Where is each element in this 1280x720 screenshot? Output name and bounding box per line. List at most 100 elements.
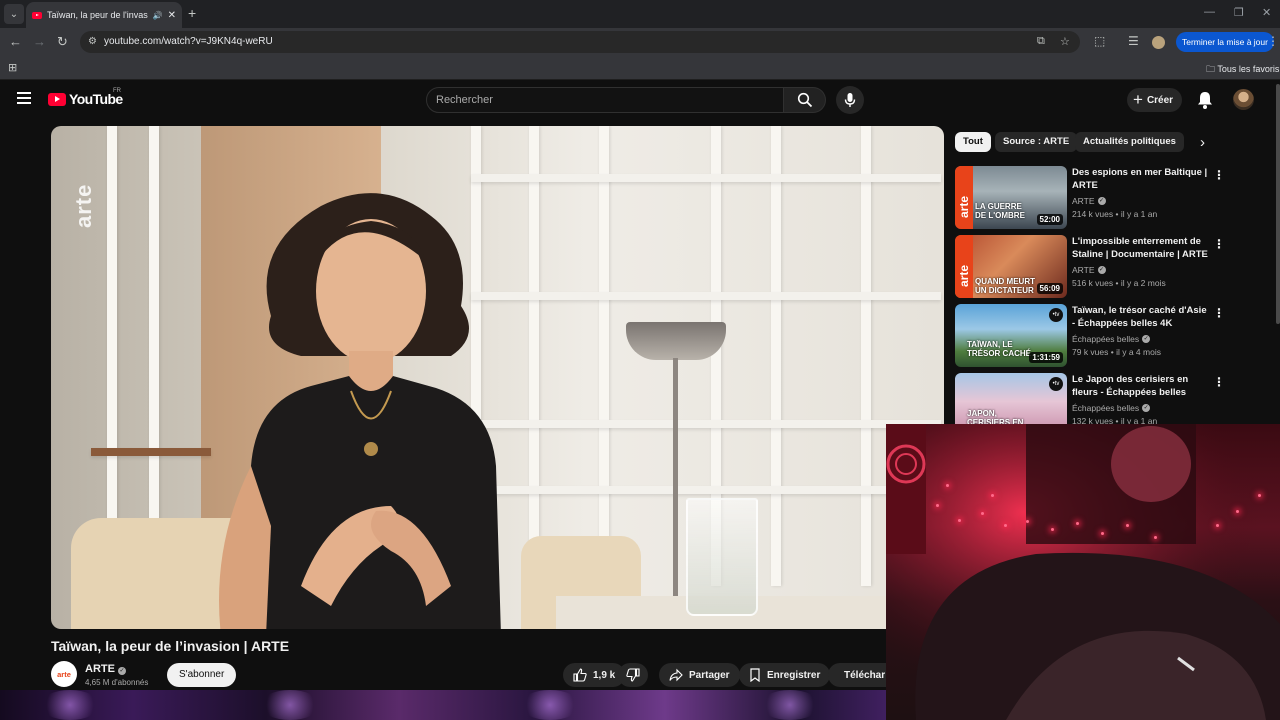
recommendation-channel-text: Échappées belles: [1072, 334, 1140, 344]
youtube-logo[interactable]: YouTube FR: [48, 88, 123, 107]
recommendation-title: Taïwan, le trésor caché d'Asie - Échappé…: [1072, 305, 1207, 329]
more-options-icon[interactable]: ⋮: [1213, 168, 1225, 182]
region-code: FR: [113, 88, 121, 94]
maximize-icon[interactable]: ❐: [1234, 6, 1244, 19]
search-button[interactable]: [784, 87, 826, 113]
france-tv-badge-icon: •tv: [1049, 308, 1063, 322]
close-window-icon[interactable]: ✕: [1262, 6, 1271, 19]
save-label: Enregistrer: [767, 669, 821, 681]
back-arrow-icon[interactable]: ←: [9, 34, 22, 49]
shelf-divider: [107, 126, 117, 586]
chip-all[interactable]: Tout: [955, 132, 991, 152]
subscriber-count: 4,65 M d'abonnés: [85, 678, 149, 687]
more-options-icon[interactable]: ⋮: [1213, 375, 1225, 389]
all-bookmarks-folder[interactable]: 🗀 Tous les favoris: [1206, 62, 1279, 78]
like-button[interactable]: 1,9 k: [563, 663, 626, 687]
youtube-play-icon: [48, 92, 66, 106]
fairy-light: [991, 494, 994, 497]
glow: [260, 690, 320, 720]
address-bar-row: ← → ↻ ⚙ youtube.com/watch?v=J9KN4q-weRU …: [0, 28, 1280, 56]
floor-lamp-shade: [626, 322, 726, 360]
fairy-light: [1051, 528, 1054, 531]
apps-grid-icon[interactable]: ⊞: [8, 61, 17, 74]
browser-tab-bar: ⌄ Taïwan, la peur de l'invasion 🔊 ✕ + — …: [0, 0, 1280, 28]
recommendation-meta: 516 k vues • il y a 2 mois: [1072, 278, 1166, 288]
channel-name-text: ARTE: [85, 663, 115, 675]
chevron-right-icon[interactable]: ›: [1200, 134, 1205, 151]
fairy-light: [936, 504, 939, 507]
shelf-board: [471, 420, 941, 428]
recommendation-title: L'impossible enterrement de Staline | Do…: [1072, 236, 1208, 260]
tab-search-icon[interactable]: ⌄: [4, 4, 24, 24]
arte-watermark: arte: [71, 183, 96, 228]
notifications-bell-icon[interactable]: [1196, 90, 1214, 110]
new-tab-button[interactable]: +: [188, 5, 196, 21]
recommendation-thumbnail[interactable]: arte QUAND MEURT UN DICTATEUR 56:09: [955, 235, 1067, 298]
omnibox[interactable]: ⚙ youtube.com/watch?v=J9KN4q-weRU ⧉ ☆: [80, 31, 1080, 53]
extensions-icon[interactable]: ⬚: [1094, 34, 1105, 48]
recommendation-channel: ARTE ✓: [1072, 196, 1106, 206]
account-avatar[interactable]: [1233, 89, 1254, 110]
floor-lamp-stem: [673, 358, 678, 618]
voice-search-button[interactable]: [836, 86, 864, 114]
more-options-icon[interactable]: ⋮: [1213, 306, 1225, 320]
menu-hamburger-icon[interactable]: [17, 92, 31, 104]
recommendation-item[interactable]: arte LA GUERRE DE L'OMBRE 52:00 Des espi…: [955, 166, 1275, 230]
fairy-light: [1126, 524, 1129, 527]
verified-check-icon: ✓: [1097, 197, 1106, 205]
share-button[interactable]: Partager: [659, 663, 740, 687]
recommendation-thumbnail[interactable]: arte LA GUERRE DE L'OMBRE 52:00: [955, 166, 1067, 229]
profile-avatar[interactable]: [1152, 36, 1165, 49]
all-bookmarks-label: Tous les favoris: [1217, 64, 1280, 74]
speaker-icon[interactable]: 🔊: [153, 11, 163, 20]
plus-icon: +: [1133, 89, 1143, 109]
more-options-icon[interactable]: ⋮: [1213, 237, 1225, 251]
arte-side-logo: arte: [955, 166, 973, 229]
search-input[interactable]: [436, 88, 766, 112]
tab-close-icon[interactable]: ✕: [168, 10, 176, 21]
forward-arrow-icon[interactable]: →: [33, 34, 46, 49]
minimize-icon[interactable]: —: [1204, 6, 1215, 18]
shelf-divider: [599, 126, 609, 586]
channel-avatar[interactable]: arte: [51, 661, 77, 687]
glow: [760, 690, 820, 720]
update-button[interactable]: Terminer la mise à jour: [1176, 32, 1274, 52]
recommendation-title: Des espions en mer Baltique | ARTE: [1072, 167, 1208, 191]
download-button[interactable]: Téléchar: [828, 663, 886, 687]
create-button[interactable]: + Créer: [1127, 88, 1183, 112]
save-button[interactable]: Enregistrer: [739, 663, 831, 687]
water-glass: [686, 498, 758, 616]
create-label: Créer: [1146, 94, 1174, 106]
browser-menu-icon[interactable]: ⋮: [1267, 34, 1279, 48]
video-player[interactable]: arte: [51, 126, 944, 629]
shelf-board: [471, 174, 941, 182]
recommendation-item[interactable]: arte QUAND MEURT UN DICTATEUR 56:09 L'im…: [955, 235, 1275, 299]
chip-source-arte[interactable]: Source : ARTE: [995, 132, 1078, 152]
youtube-favicon-icon: [32, 11, 42, 19]
fairy-light: [1216, 524, 1219, 527]
dislike-button[interactable]: [618, 663, 648, 687]
browser-tab[interactable]: Taïwan, la peur de l'invasion 🔊 ✕: [26, 2, 182, 28]
fairy-light: [1236, 510, 1239, 513]
bookmark-icon: [750, 668, 760, 682]
bookmark-star-icon[interactable]: ☆: [1060, 35, 1070, 48]
reload-icon[interactable]: ↻: [57, 34, 68, 50]
page-scrollbar[interactable]: [1276, 84, 1280, 324]
upload-age: il y a 2 mois: [1120, 278, 1166, 288]
chip-political-news[interactable]: Actualités politiques: [1075, 132, 1184, 152]
thumbnail-caption: LA GUERRE DE L'OMBRE: [975, 202, 1025, 220]
install-app-icon[interactable]: ⧉: [1037, 35, 1045, 48]
fairy-light: [1026, 520, 1029, 523]
fairy-light: [1258, 494, 1261, 497]
bookmarks-bar: ⊞ 🗀 Tous les favoris: [0, 56, 1280, 80]
thumbnail-caption: TAÏWAN, LE TRÉSOR CACHÉ: [967, 340, 1032, 358]
site-info-icon[interactable]: ⚙: [88, 36, 97, 47]
fairy-light: [1004, 524, 1007, 527]
recommendation-thumbnail[interactable]: •tv TAÏWAN, LE TRÉSOR CACHÉ 1:31:59: [955, 304, 1067, 367]
recommendation-item[interactable]: •tv TAÏWAN, LE TRÉSOR CACHÉ 1:31:59 Taïw…: [955, 304, 1275, 368]
reading-list-icon[interactable]: ☰: [1128, 34, 1139, 48]
channel-name[interactable]: ARTE ✓: [85, 663, 127, 675]
subscribe-button[interactable]: S'abonner: [167, 663, 237, 687]
glow: [520, 690, 580, 720]
fairy-light: [1101, 532, 1104, 535]
